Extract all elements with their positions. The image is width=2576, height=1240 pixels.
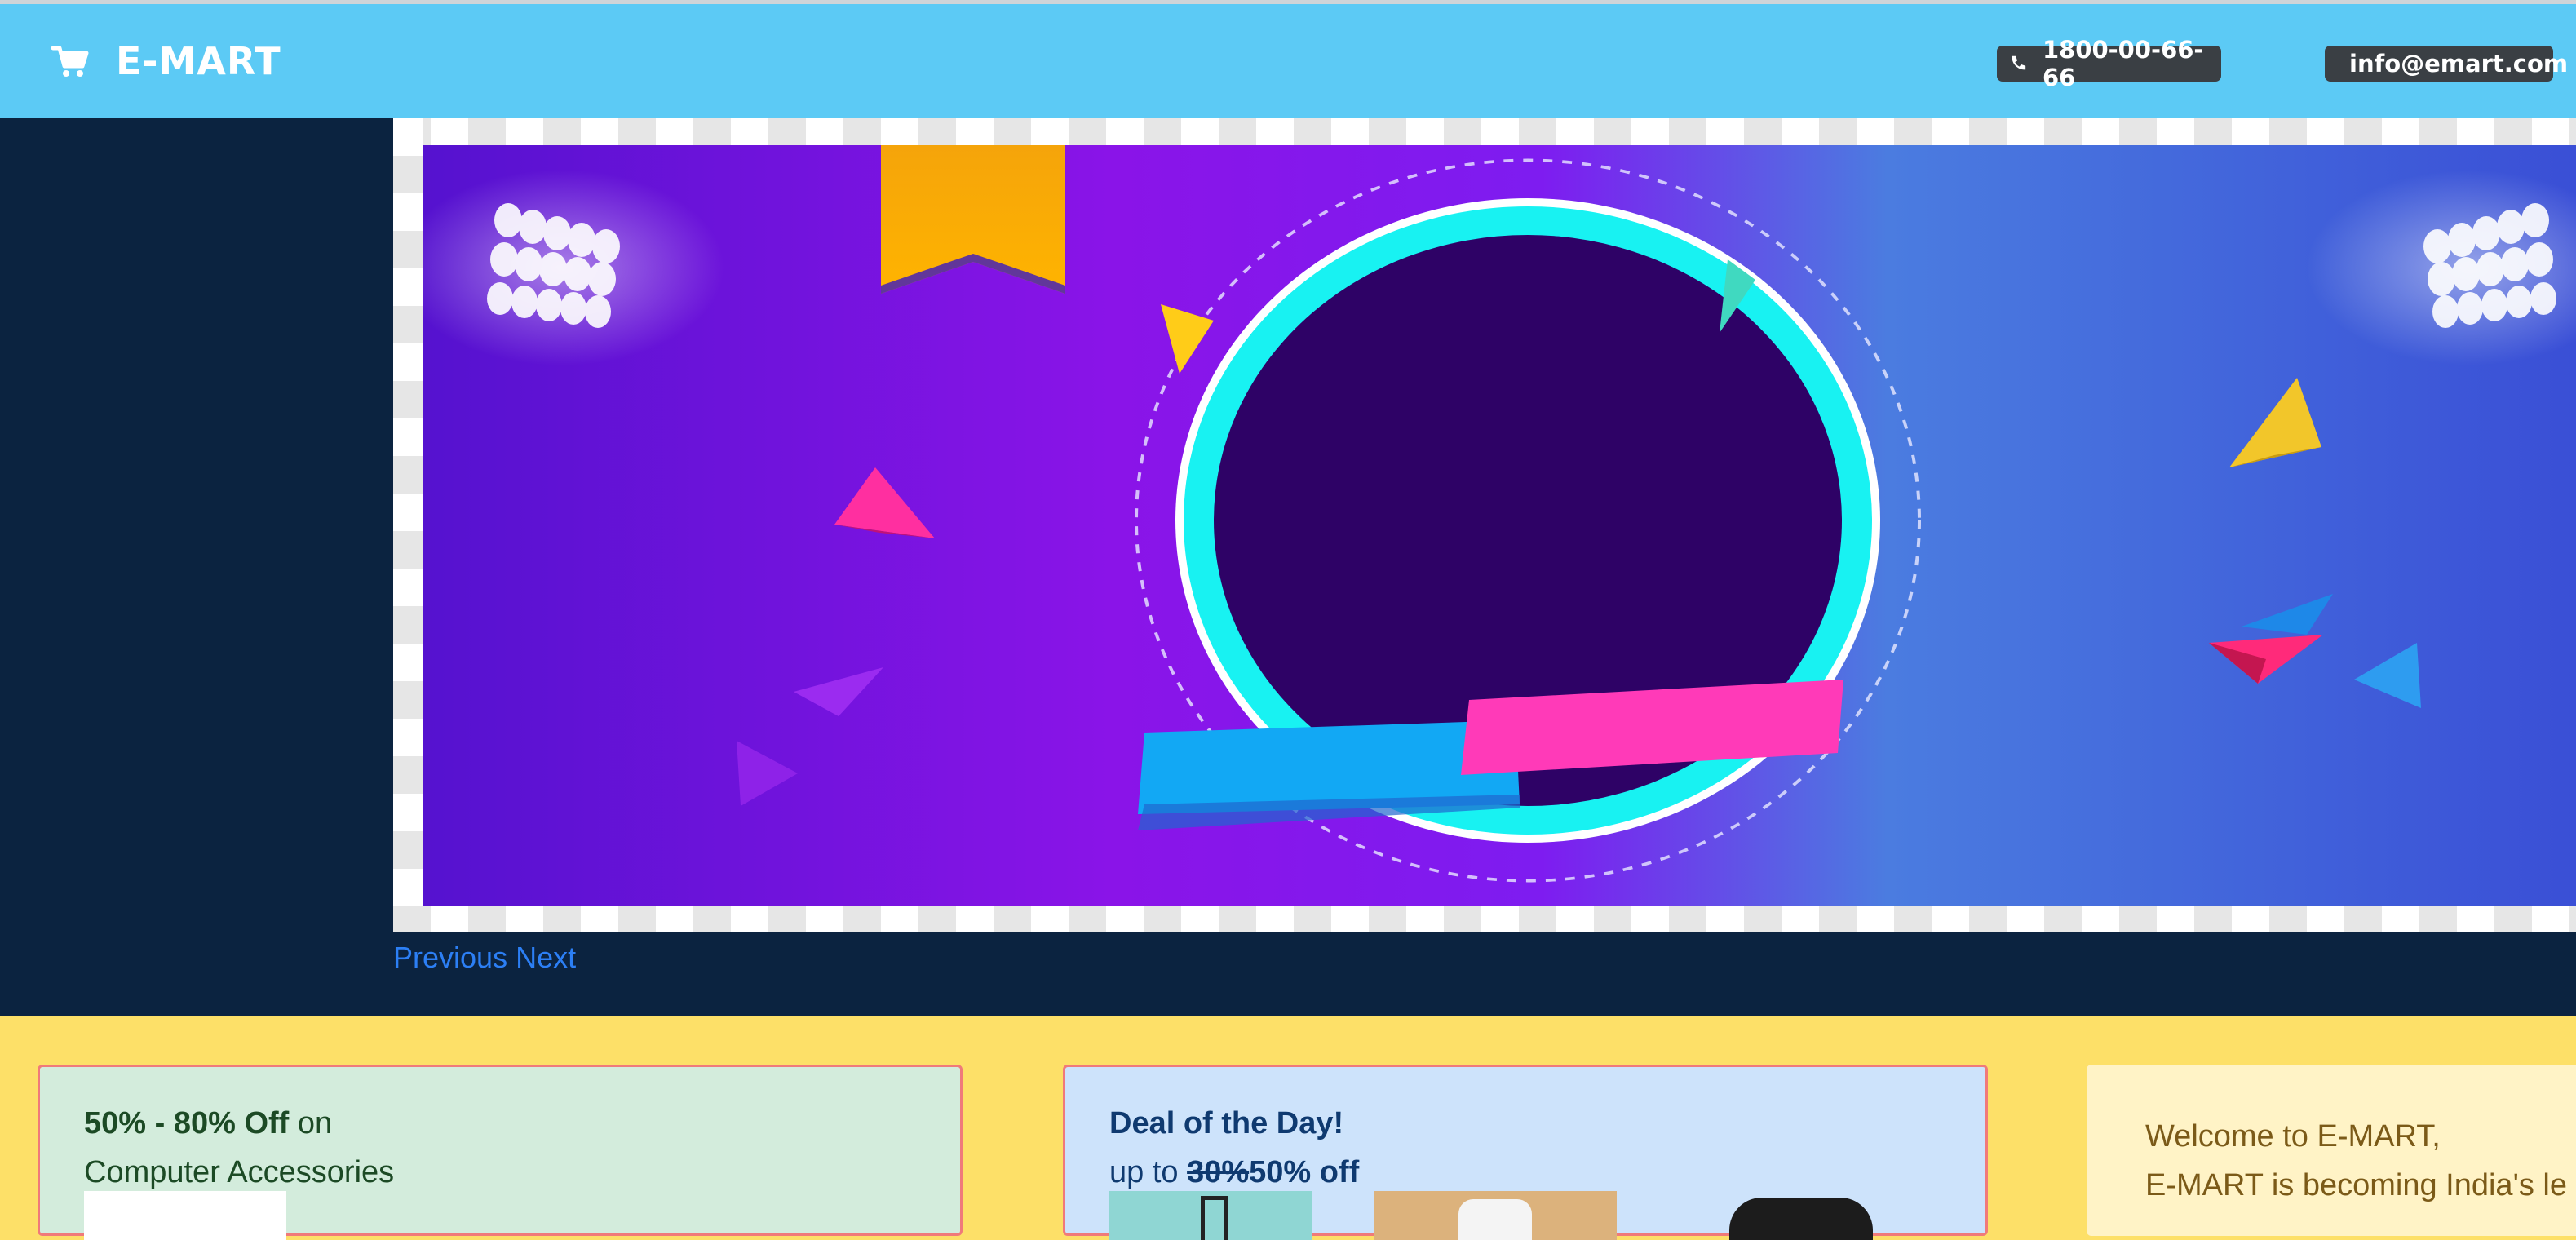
carousel-frame-edge (393, 118, 423, 932)
deal-product-image-phone[interactable] (1729, 1198, 1873, 1240)
brand-link[interactable]: E-MART (51, 35, 281, 87)
cart-icon (51, 46, 89, 77)
deal-of-the-day-card[interactable]: Deal of the Day! up to 30%50% off (1063, 1065, 1988, 1240)
welcome-card: Welcome to E-MART, E-MART is becoming In… (2087, 1065, 2576, 1236)
phone-badge[interactable]: 1800-00-66-66 (1997, 36, 2221, 91)
carousel-slide-image[interactable] (423, 145, 2576, 906)
carousel-previous-link[interactable]: Previous (393, 941, 507, 974)
deal-old-discount: 30% (1187, 1155, 1250, 1189)
accessories-category: Computer Accessories (84, 1155, 395, 1189)
shirt-shape (1458, 1199, 1532, 1240)
phone-icon (2012, 55, 2026, 70)
deal-product-image-luggage[interactable] (1109, 1191, 1312, 1240)
carousel-controls: Previous Next (393, 941, 576, 975)
deal-product-image-shirt[interactable] (1374, 1191, 1617, 1240)
email-badge[interactable]: info@emart.com (2325, 46, 2568, 82)
phone-number: 1800-00-66-66 (2042, 36, 2204, 91)
deal-new-discount: 50% off (1249, 1155, 1360, 1189)
accessories-offer-card[interactable]: 50% - 80% Off on Computer Accessories (38, 1065, 963, 1240)
carousel-next-link[interactable]: Next (516, 941, 576, 974)
deal-prefix: up to (1109, 1155, 1179, 1189)
accessories-on: on (297, 1106, 333, 1140)
accessories-product-image[interactable] (84, 1191, 286, 1240)
email-address: info@emart.com (2349, 50, 2569, 78)
hero-section: Previous Next (0, 118, 2576, 1016)
luggage-handle (1201, 1196, 1228, 1240)
brand-name: E-MART (116, 39, 281, 83)
deal-discount-line: up to 30%50% off (1109, 1148, 1985, 1197)
welcome-line-1: Welcome to E-MART, (2145, 1119, 2441, 1154)
welcome-line-2: E-MART is becoming India's le (2145, 1168, 2567, 1202)
accessories-offer-line: 50% - 80% Off on (84, 1099, 960, 1148)
deal-title: Deal of the Day! (1109, 1106, 1344, 1140)
navbar: E-MART 1800-00-66-66 info@emart.com (0, 4, 2576, 118)
accessories-discount: 50% - 80% Off (84, 1106, 290, 1140)
